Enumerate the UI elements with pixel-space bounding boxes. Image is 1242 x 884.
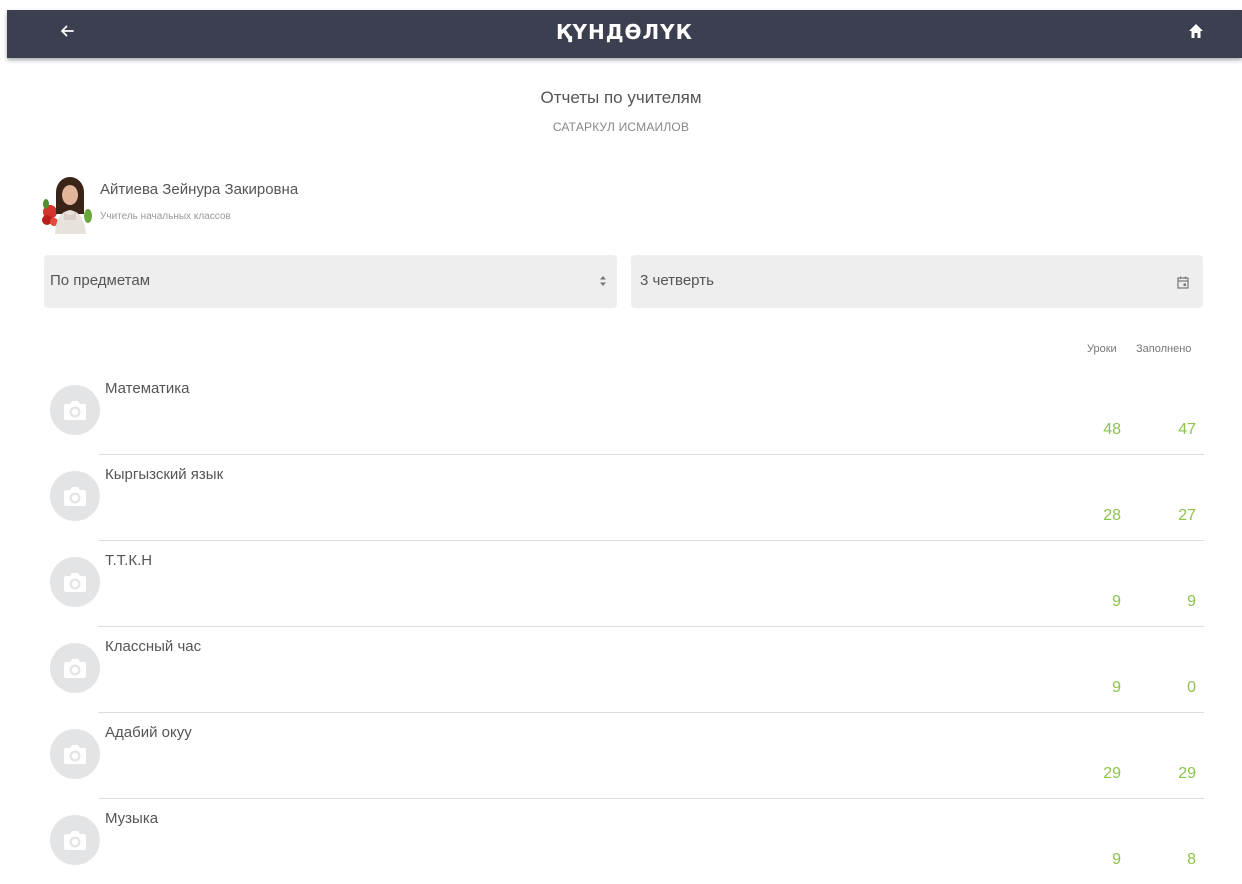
camera-icon bbox=[50, 729, 100, 779]
filled-count: 27 bbox=[1178, 507, 1196, 524]
camera-icon bbox=[50, 815, 100, 865]
filled-count: 8 bbox=[1187, 851, 1196, 868]
sort-arrows-icon bbox=[599, 274, 607, 288]
period-select[interactable]: 3 четверть bbox=[631, 255, 1203, 308]
period-value: 3 четверть bbox=[640, 272, 714, 289]
lessons-count: 9 bbox=[1112, 851, 1121, 868]
filled-count: 9 bbox=[1187, 593, 1196, 610]
camera-icon bbox=[50, 471, 100, 521]
subject-name: Классный час bbox=[105, 638, 202, 655]
column-header-lessons: Уроки bbox=[1087, 343, 1117, 355]
subject-list: Математика 48 47 Кыргызский язык 28 27 Т… bbox=[0, 368, 1242, 884]
list-item[interactable]: Т.Т.К.Н 9 9 bbox=[0, 540, 1242, 627]
subject-name: Кыргызский язык bbox=[105, 466, 224, 483]
camera-icon bbox=[50, 385, 100, 435]
subject-name: Т.Т.К.Н bbox=[105, 552, 153, 569]
subject-name: Адабий окуу bbox=[105, 724, 192, 741]
lessons-count: 9 bbox=[1112, 679, 1121, 696]
filled-count: 0 bbox=[1187, 679, 1196, 696]
lessons-count: 48 bbox=[1103, 421, 1121, 438]
teacher-role: Учитель начальных классов bbox=[100, 211, 231, 222]
group-by-value: По предметам bbox=[50, 272, 151, 289]
list-item[interactable]: Кыргызский язык 28 27 bbox=[0, 454, 1242, 541]
subject-name: Математика bbox=[105, 380, 190, 397]
home-icon[interactable] bbox=[1187, 22, 1205, 40]
teacher-name[interactable]: Айтиева Зейнура Закировна bbox=[100, 181, 298, 198]
lessons-count: 29 bbox=[1103, 765, 1121, 782]
list-item[interactable]: Математика 48 47 bbox=[0, 368, 1242, 455]
top-bar: ҚҮНДӨЛҮК bbox=[7, 10, 1242, 58]
group-by-select[interactable]: По предметам bbox=[44, 255, 617, 308]
list-item[interactable]: Адабий окуу 29 29 bbox=[0, 712, 1242, 799]
filled-count: 47 bbox=[1178, 421, 1196, 438]
calendar-icon bbox=[1177, 276, 1189, 289]
avatar bbox=[42, 170, 92, 234]
column-header-filled: Заполнено bbox=[1136, 343, 1192, 355]
list-item[interactable]: Классный час 9 0 bbox=[0, 626, 1242, 713]
lessons-count: 9 bbox=[1112, 593, 1121, 610]
subject-name: Музыка bbox=[105, 810, 159, 827]
filled-count: 29 bbox=[1178, 765, 1196, 782]
page-title: Отчеты по учителям bbox=[540, 88, 702, 107]
lessons-count: 28 bbox=[1103, 507, 1121, 524]
page-subtitle: САТАРКУЛ ИСМАИЛОВ bbox=[552, 120, 690, 134]
camera-icon bbox=[50, 557, 100, 607]
list-item[interactable]: Музыка 9 8 bbox=[0, 798, 1242, 884]
app-logo[interactable]: ҚҮНДӨЛҮК bbox=[7, 10, 1242, 54]
camera-icon bbox=[50, 643, 100, 693]
